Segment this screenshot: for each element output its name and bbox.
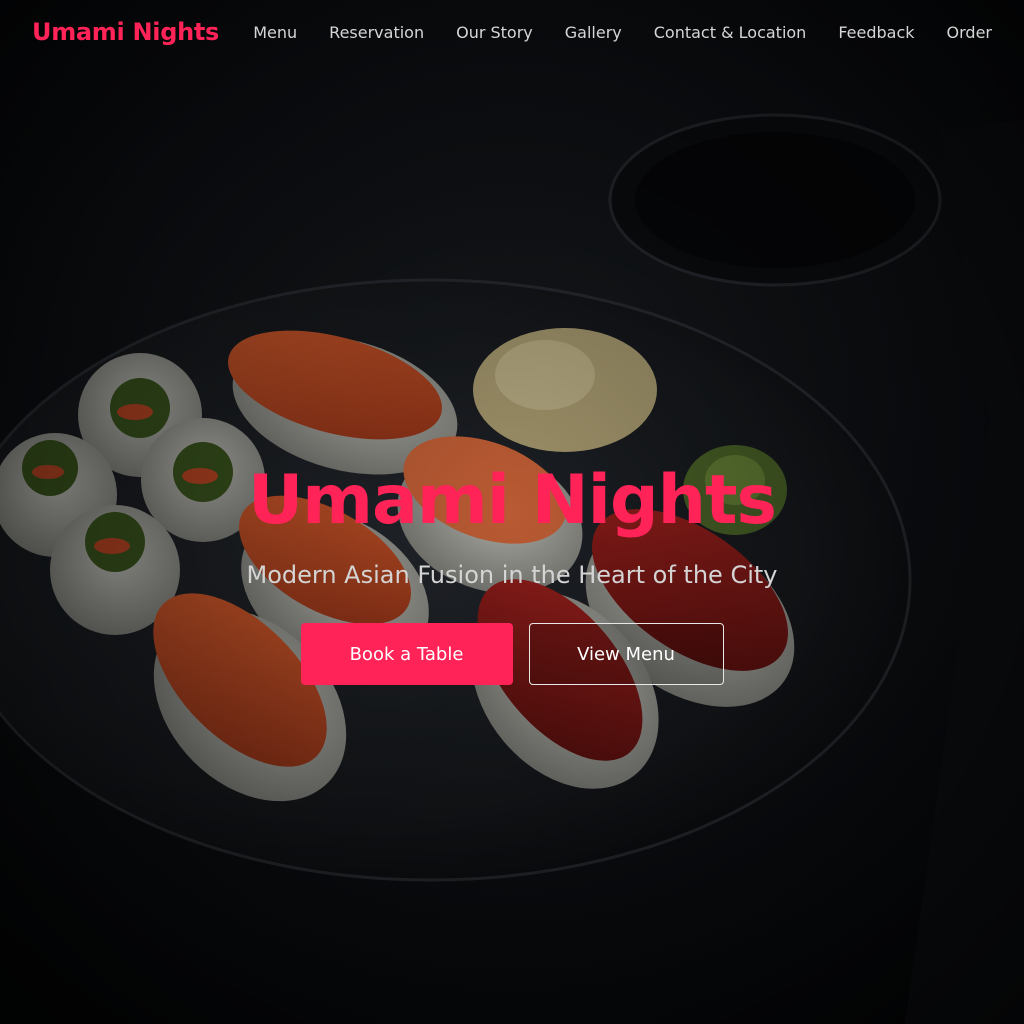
hero-title: Umami Nights <box>247 461 777 540</box>
hero-subtitle: Modern Asian Fusion in the Heart of the … <box>246 561 778 589</box>
nav-link-reservation[interactable]: Reservation <box>329 23 424 42</box>
nav-links: Menu Reservation Our Story Gallery Conta… <box>253 23 992 42</box>
brand-logo-link[interactable]: Umami Nights <box>32 18 219 46</box>
top-navbar: Umami Nights Menu Reservation Our Story … <box>0 0 1024 64</box>
nav-link-our-story[interactable]: Our Story <box>456 23 533 42</box>
nav-link-feedback[interactable]: Feedback <box>838 23 914 42</box>
book-table-button[interactable]: Book a Table <box>300 623 513 685</box>
nav-link-gallery[interactable]: Gallery <box>565 23 622 42</box>
hero-cta-group: Book a Table View Menu <box>300 623 724 685</box>
nav-link-menu[interactable]: Menu <box>253 23 297 42</box>
view-menu-button[interactable]: View Menu <box>528 623 724 685</box>
hero-section: Umami Nights Modern Asian Fusion in the … <box>0 460 1024 685</box>
nav-link-contact-location[interactable]: Contact & Location <box>654 23 807 42</box>
nav-link-order[interactable]: Order <box>947 23 992 42</box>
page: Umami Nights Menu Reservation Our Story … <box>0 0 1024 1024</box>
